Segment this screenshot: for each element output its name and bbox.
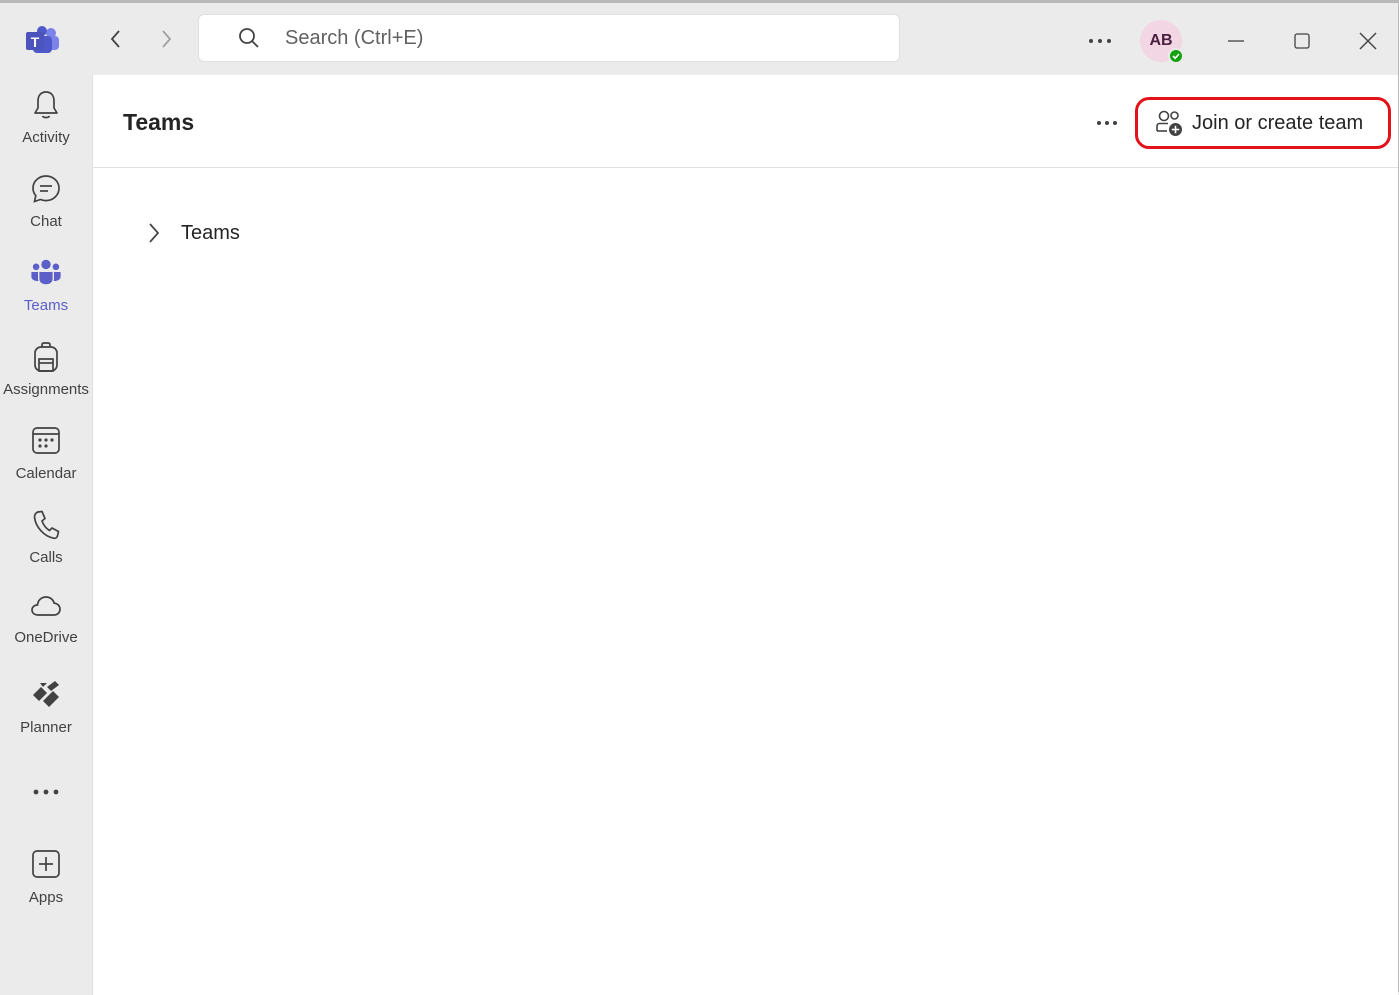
join-or-create-team-button[interactable]: Join or create team bbox=[1135, 97, 1391, 149]
search-bar[interactable] bbox=[198, 14, 900, 62]
rail-item-onedrive[interactable]: OneDrive bbox=[0, 595, 92, 671]
more-horizontal-icon bbox=[1097, 121, 1117, 125]
backpack-icon bbox=[30, 341, 62, 375]
forward-button[interactable] bbox=[152, 25, 180, 53]
rail-item-calls[interactable]: Calls bbox=[0, 509, 92, 585]
presence-available-icon bbox=[1168, 48, 1184, 64]
minimize-icon bbox=[1228, 40, 1244, 42]
page-title: Teams bbox=[123, 109, 195, 135]
minimize-button[interactable] bbox=[1218, 23, 1254, 59]
more-horizontal-icon bbox=[30, 777, 62, 807]
rail-item-activity[interactable]: Activity bbox=[0, 89, 92, 165]
rail-item-label: Apps bbox=[28, 889, 64, 906]
rail-item-label: Planner bbox=[20, 719, 72, 736]
rail-item-label: Activity bbox=[22, 129, 70, 146]
settings-more-button[interactable] bbox=[1084, 27, 1116, 55]
search-icon bbox=[237, 26, 261, 50]
more-horizontal-icon bbox=[1089, 39, 1111, 43]
svg-text:T: T bbox=[31, 34, 40, 50]
teams-group-row[interactable]: Teams bbox=[139, 215, 240, 251]
planner-icon bbox=[30, 679, 62, 713]
cloud-icon bbox=[30, 595, 62, 623]
people-add-icon bbox=[1154, 108, 1184, 138]
avatar[interactable]: AB bbox=[1140, 20, 1184, 64]
rail-item-label: Calendar bbox=[15, 465, 77, 482]
close-button[interactable] bbox=[1350, 23, 1386, 59]
teams-icon bbox=[30, 257, 62, 291]
phone-icon bbox=[30, 509, 62, 543]
teams-logo-icon: T bbox=[24, 25, 60, 55]
avatar-initials: AB bbox=[1149, 32, 1173, 49]
chat-icon bbox=[30, 173, 62, 207]
bell-icon bbox=[30, 89, 62, 123]
chevron-right-icon bbox=[162, 30, 172, 48]
rail-item-planner[interactable]: Planner bbox=[0, 679, 92, 755]
more-options-button[interactable] bbox=[1091, 109, 1123, 137]
rail-item-label: Calls bbox=[29, 549, 63, 566]
add-app-icon bbox=[30, 849, 62, 883]
maximize-icon bbox=[1294, 33, 1310, 49]
teams-group-label: Teams bbox=[181, 221, 240, 244]
main-panel: Teams Join or create team Teams bbox=[92, 75, 1398, 995]
rail-item-label: Chat bbox=[30, 213, 62, 230]
search-input[interactable] bbox=[285, 26, 845, 50]
rail-item-chat[interactable]: Chat bbox=[0, 173, 92, 249]
back-button[interactable] bbox=[102, 25, 130, 53]
page-header: Teams Join or create team bbox=[93, 75, 1398, 168]
join-or-create-team-label: Join or create team bbox=[1192, 111, 1364, 134]
app-bar: Activity Chat Teams Assignments Calendar bbox=[0, 75, 92, 995]
rail-item-apps[interactable]: Apps bbox=[0, 849, 92, 925]
chevron-right-icon[interactable] bbox=[139, 218, 169, 248]
teams-window: T AB bbox=[0, 0, 1399, 995]
close-icon bbox=[1359, 32, 1377, 50]
title-bar: T AB bbox=[0, 3, 1398, 75]
rail-item-calendar[interactable]: Calendar bbox=[0, 425, 92, 501]
maximize-button[interactable] bbox=[1284, 23, 1320, 59]
rail-item-label: Assignments bbox=[3, 381, 89, 398]
rail-item-assignments[interactable]: Assignments bbox=[0, 341, 92, 417]
rail-more-apps-button[interactable] bbox=[0, 777, 92, 807]
chevron-left-icon bbox=[110, 30, 120, 48]
rail-item-label: OneDrive bbox=[14, 629, 78, 646]
rail-item-label: Teams bbox=[23, 297, 69, 314]
rail-item-teams[interactable]: Teams bbox=[0, 257, 92, 333]
calendar-icon bbox=[30, 425, 62, 459]
